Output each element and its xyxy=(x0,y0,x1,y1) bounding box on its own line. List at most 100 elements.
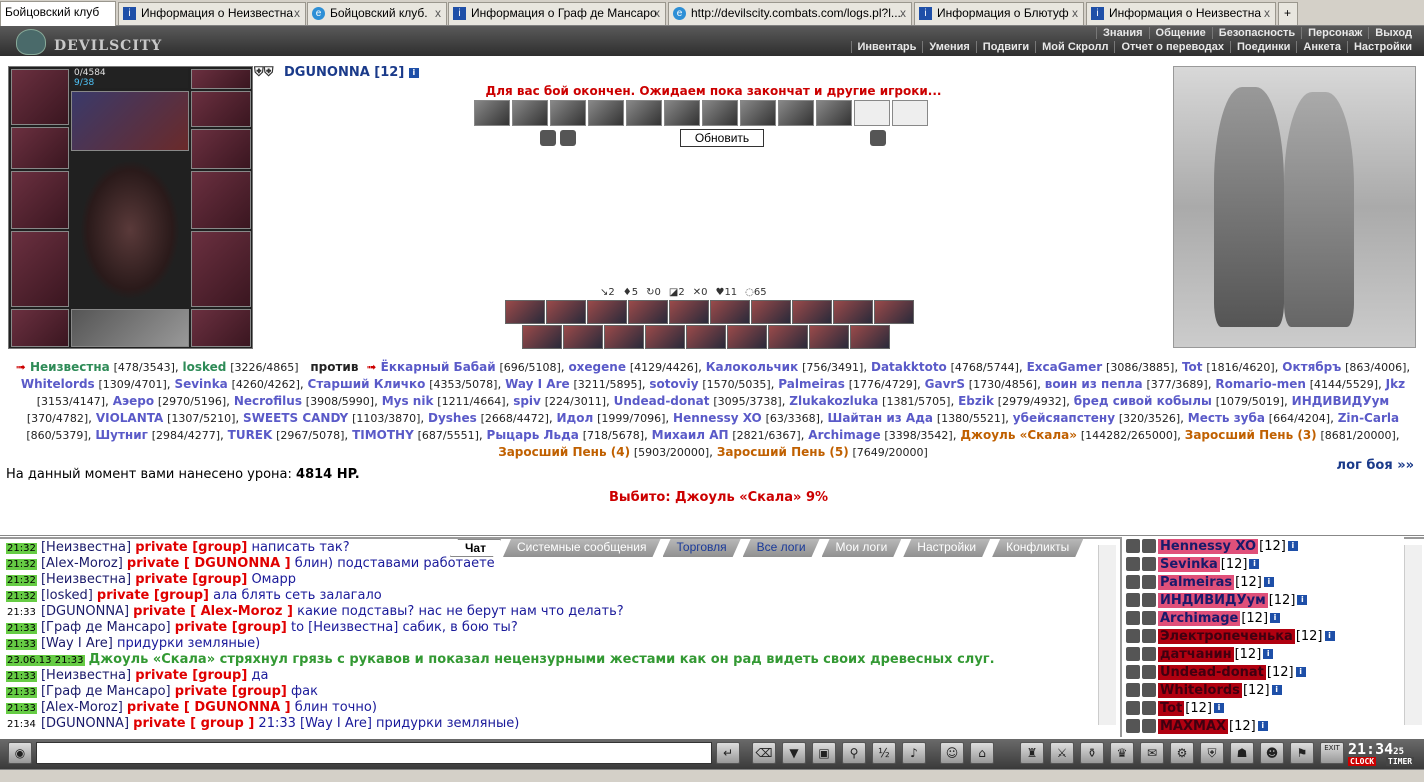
ability-slot[interactable] xyxy=(727,325,767,349)
private-tag[interactable]: private [group] xyxy=(135,668,247,683)
fighter-name[interactable]: Заросший Пень (5) xyxy=(717,445,849,459)
fighter-name[interactable]: Идол xyxy=(557,411,594,425)
nav-sub-item-7[interactable]: Настройки xyxy=(1346,41,1418,53)
ability-slot[interactable] xyxy=(850,325,890,349)
chat-nick[interactable]: [Неизвестна] xyxy=(41,540,131,555)
battle-log-link[interactable]: лог боя »» xyxy=(1337,458,1414,473)
ability-slot[interactable] xyxy=(768,325,808,349)
belt-slot[interactable] xyxy=(11,309,69,347)
user-name[interactable]: ИНДИВИДУум xyxy=(1158,592,1268,608)
fighter-name[interactable]: spiv xyxy=(513,394,541,408)
fighter-name[interactable]: Dyshes xyxy=(428,411,477,425)
nav-item-2[interactable]: Безопасность xyxy=(1211,27,1301,39)
nav-sub-item-6[interactable]: Анкета xyxy=(1296,41,1347,53)
boots-slot[interactable] xyxy=(191,309,251,347)
fighter-name[interactable]: Palmeiras xyxy=(778,377,845,391)
fighter-name[interactable]: Hennessy XO xyxy=(673,411,762,425)
potion-icon[interactable]: ⚱ xyxy=(1080,742,1104,764)
new-tab-button[interactable]: + xyxy=(1278,2,1298,25)
fighter-name[interactable]: Zlukakozluka xyxy=(789,394,878,408)
user-row[interactable]: Archimage [12] i xyxy=(1122,609,1404,627)
chat-time[interactable]: 23.06.13 21:33 xyxy=(6,655,85,666)
spell-slot-empty[interactable] xyxy=(892,100,928,126)
fighter-name[interactable]: oxegene xyxy=(568,360,626,374)
fighter-name[interactable]: Михаил АП xyxy=(652,428,729,442)
user-name[interactable]: Sevinka xyxy=(1158,556,1220,572)
eraser-icon[interactable]: ⌫ xyxy=(752,742,776,764)
friends-icon[interactable]: ☻ xyxy=(1260,742,1284,764)
chat-time[interactable]: 21:32 xyxy=(6,559,37,570)
user-row[interactable]: Undead-donat [12] i xyxy=(1122,663,1404,681)
browser-tab[interactable]: i Информация о Неизвестна x xyxy=(118,2,306,25)
user-row[interactable]: датчанин [12] i xyxy=(1122,645,1404,663)
chat-time[interactable]: 21:33 xyxy=(6,607,37,618)
chat-time[interactable]: 21:34 xyxy=(6,719,37,730)
fighter-name[interactable]: ExcaGamer xyxy=(1027,360,1103,374)
spell-slot[interactable] xyxy=(512,100,548,126)
fighter-name[interactable]: Заросший Пень (4) xyxy=(498,445,630,459)
user-name[interactable]: Whitelords xyxy=(1158,682,1242,698)
settings-icon[interactable] xyxy=(870,130,886,146)
chat-scrollbar[interactable] xyxy=(1098,545,1116,725)
fighter-name[interactable]: Zin-Carla xyxy=(1338,411,1399,425)
ability-slot[interactable] xyxy=(563,325,603,349)
shield-action-icon[interactable]: ⛨ xyxy=(1200,742,1224,764)
private-tag[interactable]: private [ group ] xyxy=(133,716,254,731)
chat-nick[interactable]: [Граф де Мансаро] xyxy=(41,684,171,699)
exit-button[interactable]: EXIT xyxy=(1320,742,1344,764)
nav-sub-item-1[interactable]: Умения xyxy=(922,41,975,53)
browser-tab[interactable]: Бойцовский клуб xyxy=(0,1,116,26)
close-tab-icon[interactable]: x xyxy=(1072,3,1078,24)
sound-icon[interactable]: ♪ xyxy=(902,742,926,764)
info-icon[interactable]: i xyxy=(1287,541,1298,551)
chat-time[interactable]: 21:33 xyxy=(6,687,37,698)
info-icon[interactable]: i xyxy=(1263,577,1274,587)
smile-icon[interactable]: ☺ xyxy=(940,742,964,764)
fighter-name[interactable]: Аэеро xyxy=(113,394,154,408)
user-name[interactable]: Электропеченька xyxy=(1158,628,1295,644)
ability-slot[interactable] xyxy=(874,300,914,324)
user-row[interactable]: Sevinka [12] i xyxy=(1122,555,1404,573)
flag-icon[interactable]: ⚑ xyxy=(1290,742,1314,764)
private-tag[interactable]: private [ Alex-Moroz ] xyxy=(133,604,293,619)
spell-slot-empty[interactable] xyxy=(854,100,890,126)
info-icon[interactable]: i xyxy=(1324,631,1335,641)
fighter-name[interactable]: Старший Кличко xyxy=(308,377,426,391)
close-tab-icon[interactable]: x xyxy=(654,3,660,24)
user-name[interactable]: датчанин xyxy=(1158,646,1234,662)
nav-sub-item-2[interactable]: Подвиги xyxy=(975,41,1035,53)
private-tag[interactable]: private [ DGUNONNA ] xyxy=(127,700,291,715)
save-icon[interactable]: ▣ xyxy=(812,742,836,764)
chat-time[interactable]: 21:33 xyxy=(6,623,37,634)
ability-slot[interactable] xyxy=(833,300,873,324)
send-icon[interactable]: ↵ xyxy=(716,742,740,764)
fighter-name[interactable]: Necrofilus xyxy=(234,394,302,408)
spell-slot[interactable] xyxy=(778,100,814,126)
private-tag[interactable]: private [group] xyxy=(175,620,287,635)
fighter-name[interactable]: Шутниг xyxy=(95,428,148,442)
defense-icon[interactable] xyxy=(560,130,576,146)
user-name[interactable]: Tot xyxy=(1158,700,1185,716)
fighter-name[interactable]: VIOLANTA xyxy=(96,411,163,425)
ability-slot[interactable] xyxy=(505,300,545,324)
fighter-name[interactable]: Datakktoto xyxy=(871,360,947,374)
private-tag[interactable]: private [group] xyxy=(175,684,287,699)
armor-slot[interactable] xyxy=(11,231,69,307)
attack-icon[interactable] xyxy=(540,130,556,146)
user-name[interactable]: Archimage xyxy=(1158,610,1241,626)
chat-nick[interactable]: [Alex-Moroz] xyxy=(41,700,123,715)
info-icon[interactable]: i xyxy=(1271,685,1282,695)
fighter-name[interactable]: Октябръ xyxy=(1282,360,1341,374)
rune-slots[interactable] xyxy=(71,309,189,347)
fighter-name[interactable]: Рыцарь Льда xyxy=(487,428,579,442)
chat-input[interactable] xyxy=(36,742,712,764)
gear-icon[interactable]: ⚙ xyxy=(1170,742,1194,764)
spell-slot[interactable] xyxy=(474,100,510,126)
spell-slot[interactable] xyxy=(740,100,776,126)
info-icon[interactable]: i xyxy=(1213,703,1224,713)
leggings-slot[interactable] xyxy=(191,231,251,307)
info-icon[interactable]: i xyxy=(1249,559,1260,569)
ability-slot[interactable] xyxy=(710,300,750,324)
browser-tab[interactable]: e http://devilscity.combats.com/logs.pl?l… xyxy=(668,2,912,25)
ability-slot[interactable] xyxy=(645,325,685,349)
